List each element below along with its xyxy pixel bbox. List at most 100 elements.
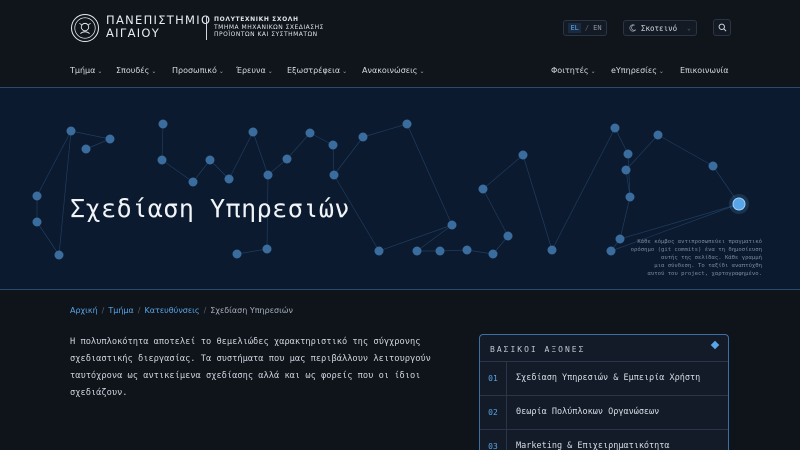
network-edge bbox=[236, 248, 268, 255]
nav-label: Έρευνα bbox=[236, 66, 266, 75]
commit-node bbox=[248, 127, 258, 137]
nav-label: eΥπηρεσίες bbox=[611, 66, 657, 75]
nav-label: Επικοινωνία bbox=[680, 66, 729, 75]
commit-node bbox=[488, 249, 498, 259]
commit-node bbox=[282, 154, 292, 164]
theme-toggle-button[interactable]: Σκοτεινό ⌄ bbox=[623, 20, 697, 36]
commit-node bbox=[32, 191, 42, 201]
nav-label: Τμήμα bbox=[70, 66, 96, 75]
axes-item[interactable]: 01 Σχεδίαση Υπηρεσιών & Εμπειρία Χρήστη bbox=[480, 362, 728, 396]
network-edge bbox=[333, 136, 364, 176]
nav-item-students[interactable]: Φοιτητές ⌄ bbox=[551, 66, 596, 75]
nav-item-department[interactable]: Τμήμα ⌄ bbox=[70, 66, 102, 75]
network-edge bbox=[551, 127, 616, 251]
nav-item-announcements[interactable]: Ανακοινώσεις ⌄ bbox=[362, 66, 425, 75]
network-edge bbox=[286, 132, 311, 160]
breadcrumb-separator: / bbox=[137, 306, 141, 315]
key-axes-panel: ΒΑΣΙΚΟΙ ΑΞΟΝΕΣ 01 Σχεδίαση Υπηρεσιών & Ε… bbox=[479, 334, 729, 450]
network-edge bbox=[482, 188, 509, 237]
network-edge bbox=[252, 131, 269, 176]
commit-node bbox=[54, 250, 64, 260]
commit-node bbox=[621, 165, 631, 175]
network-edge bbox=[228, 131, 254, 180]
page-title: Σχεδίαση Υπηρεσιών bbox=[70, 194, 350, 223]
commit-node bbox=[188, 177, 198, 187]
nav-label: Εξωστρέφεια bbox=[287, 66, 341, 75]
network-edge bbox=[161, 123, 164, 161]
diamond-icon bbox=[710, 340, 720, 350]
breadcrumb-directions[interactable]: Κατευθύνσεις bbox=[145, 306, 200, 315]
commit-node bbox=[623, 149, 633, 159]
network-edge bbox=[332, 144, 335, 176]
axes-item[interactable]: 03 Marketing & Επιχειρηματικότητα bbox=[480, 430, 728, 450]
commit-node bbox=[402, 119, 412, 129]
commit-node bbox=[205, 155, 215, 165]
commit-node bbox=[262, 244, 272, 254]
search-button[interactable] bbox=[713, 19, 731, 36]
hero-banner: Σχεδίαση Υπηρεσιών Κάθε κόμβος αντιπροσω… bbox=[0, 87, 800, 290]
network-edge bbox=[657, 134, 714, 167]
nav-item-contact[interactable]: Επικοινωνία bbox=[680, 66, 729, 75]
axes-header: ΒΑΣΙΚΟΙ ΑΞΟΝΕΣ bbox=[480, 335, 728, 362]
commit-node bbox=[32, 217, 42, 227]
breadcrumb: Αρχική / Τμήμα / Κατευθύνσεις / Σχεδίαση Υπηρε… bbox=[70, 306, 293, 315]
commit-node bbox=[708, 161, 718, 171]
university-name[interactable]: ΠΑΝΕΠΙΣΤΗΜΙΟ ΑΙΓΑΙΟΥ bbox=[106, 14, 210, 40]
commit-node bbox=[328, 140, 338, 150]
nav-item-eservices[interactable]: eΥπηρεσίες ⌄ bbox=[611, 66, 664, 75]
commit-node bbox=[374, 246, 384, 256]
lang-en[interactable]: EN bbox=[593, 24, 601, 32]
nav-label: Ανακοινώσεις bbox=[362, 66, 418, 75]
commit-node bbox=[518, 150, 528, 160]
chevron-down-icon: ⌄ bbox=[658, 68, 664, 75]
breadcrumb-separator: / bbox=[203, 306, 207, 315]
chevron-down-icon: ⌄ bbox=[590, 68, 596, 75]
hero-caption: Κάθε κόμβος αντιπροσωπεύει πραγματικό ορ… bbox=[592, 238, 762, 278]
network-edge bbox=[161, 159, 194, 183]
chevron-down-icon: ⌄ bbox=[218, 68, 224, 75]
school-title: ΠΟΛΥΤΕΧΝΙΚΗ ΣΧΟΛΗ bbox=[214, 16, 299, 23]
chevron-down-icon: ⌄ bbox=[687, 24, 691, 32]
axes-item[interactable]: 02 Θεωρία Πολύπλοκων Οργανώσεων bbox=[480, 396, 728, 430]
caption-line: Κάθε κόμβος αντιπροσωπεύει πραγματικό bbox=[637, 239, 762, 245]
network-edge bbox=[416, 224, 453, 252]
nav-item-studies[interactable]: Σπουδές ⌄ bbox=[116, 66, 156, 75]
commit-node bbox=[232, 249, 242, 259]
department-line1: ΤΜΗΜΑ ΜΗΧΑΝΙΚΩΝ ΣΧΕΔΙΑΣΗΣ bbox=[214, 24, 324, 31]
axes-item-number: 03 bbox=[480, 430, 507, 450]
chevron-down-icon: ⌄ bbox=[267, 68, 273, 75]
commit-node bbox=[66, 126, 76, 136]
university-name-line2: ΑΙΓΑΙΟΥ bbox=[106, 26, 161, 40]
commit-node bbox=[447, 220, 457, 230]
breadcrumb-department[interactable]: Τμήμα bbox=[108, 306, 133, 315]
main-nav: Τμήμα ⌄ Σπουδές ⌄ Προσωπικό ⌄ Έρευνα ⌄ Εξωστ… bbox=[0, 56, 800, 86]
school-info: ΠΟΛΥΤΕΧΝΙΚΗ ΣΧΟΛΗ ΤΜΗΜΑ ΜΗΧΑΝΙΚΩΝ ΣΧΕΔΙΑ… bbox=[214, 16, 354, 38]
commit-node bbox=[158, 119, 168, 129]
breadcrumb-home[interactable]: Αρχική bbox=[70, 306, 98, 315]
commit-node bbox=[224, 174, 234, 184]
university-seal-icon[interactable] bbox=[71, 14, 99, 42]
chevron-down-icon: ⌄ bbox=[97, 68, 103, 75]
axes-item-number: 01 bbox=[480, 362, 507, 395]
network-edge bbox=[362, 123, 408, 138]
caption-line: αυτής της σελίδας. Κάθε γραμμή bbox=[660, 255, 762, 261]
commit-node bbox=[358, 132, 368, 142]
latest-commit-node bbox=[732, 197, 746, 211]
nav-item-research[interactable]: Έρευνα ⌄ bbox=[236, 66, 273, 75]
caption-line: μια σύνδεση. Το ταξίδι αναπτύχθη bbox=[654, 263, 762, 269]
commit-node bbox=[81, 144, 91, 154]
network-edge bbox=[482, 154, 524, 190]
axes-item-label: Marketing & Επιχειρηματικότητα bbox=[516, 441, 670, 450]
commit-node bbox=[305, 128, 315, 138]
network-edge bbox=[619, 196, 631, 240]
site-header: ΠΑΝΕΠΙΣΤΗΜΙΟ ΑΙΓΑΙΟΥ ΠΟΛΥΤΕΧΝΙΚΗ ΣΧΟΛΗ Τ… bbox=[0, 0, 800, 56]
network-edge bbox=[619, 203, 740, 240]
lang-el[interactable]: EL bbox=[568, 23, 581, 33]
nav-item-outreach[interactable]: Εξωστρέφεια ⌄ bbox=[287, 66, 347, 75]
nav-item-staff[interactable]: Προσωπικό ⌄ bbox=[172, 66, 224, 75]
language-switcher: EL / EN bbox=[563, 20, 607, 36]
commit-node bbox=[547, 245, 557, 255]
breadcrumb-separator: / bbox=[101, 306, 105, 315]
chevron-down-icon: ⌄ bbox=[419, 68, 425, 75]
logo-divider bbox=[206, 16, 207, 40]
